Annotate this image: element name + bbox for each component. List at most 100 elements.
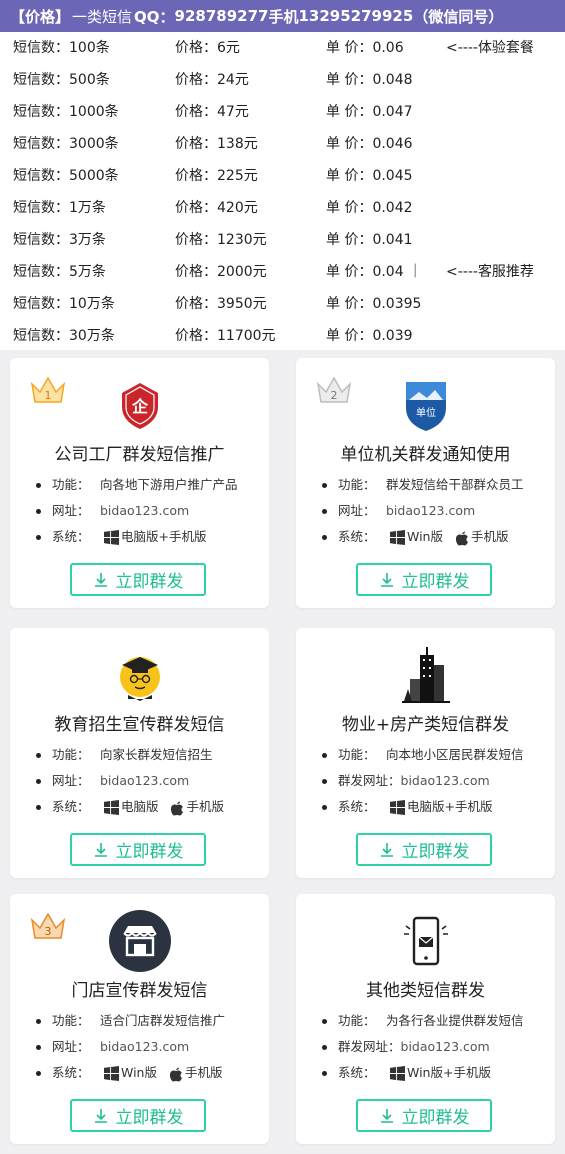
system-item: 系统： Win版 手机版 [36,1060,225,1086]
phone-message-icon [393,908,459,974]
price-row: 短信数：500条 价格：24元 单 价：0.048 [0,64,565,96]
unit-price: 单 价：0.041 [326,232,413,248]
service-card: 3 门店宣传群发短信 功能： 适合门店群发短信推广 网址： bidao123.com… [10,894,269,1144]
sms-count: 短信数：5000条 [13,168,119,184]
package-price: 价格：3950元 [175,296,267,312]
feature-item: 功能： 适合门店群发短信推广 [36,1008,225,1034]
url-item: 网址： bidao123.com [322,498,524,524]
silver-crown-icon: 2 [316,376,352,403]
send-now-label: 立即群发 [115,842,184,862]
send-now-label: 立即群发 [401,842,470,862]
package-price: 价格：225元 [175,168,258,184]
site-url[interactable]: bidao123.com [100,503,189,518]
card-title: 门店宣传群发短信 [71,981,208,1001]
download-icon [94,572,107,587]
package-price: 价格：11700元 [175,328,276,344]
sms-count: 短信数：3000条 [13,136,119,152]
unit-price: 单 价：0.042 [326,200,413,216]
apple-icon [455,531,468,545]
service-card: 其他类短信群发 功能： 为各行各业提供群发短信 群发网址：bidao123.com… [296,894,555,1144]
rank-number: 3 [45,925,52,938]
banner-service: 一类短信 [72,7,133,26]
banner-note: （微信同号） [413,7,504,26]
row-note: <----体验套餐 [446,40,534,56]
sms-count: 短信数：1万条 [13,200,106,216]
send-now-label: 立即群发 [401,1108,470,1128]
price-banner: 【价格】 一类短信 QQ： 928789277 手机 13295279925 （… [0,0,565,32]
package-price: 价格：2000元 [175,264,267,280]
sms-count: 短信数：500条 [13,72,110,88]
url-item: 群发网址：bidao123.com [322,1034,524,1060]
send-now-button[interactable]: 立即群发 [355,833,492,866]
system-item: 系统： Win版 手机版 [322,524,524,550]
price-row: 短信数：1000条 价格：47元 单 价：0.047 [0,96,565,128]
url-item: 网址： bidao123.com [36,768,224,794]
sms-count: 短信数：100条 [13,40,110,56]
sms-count: 短信数：3万条 [13,232,106,248]
gold-crown-icon: 1 [30,376,66,403]
storefront-icon [107,908,173,974]
url-item: 群发网址：bidao123.com [322,768,524,794]
send-now-label: 立即群发 [115,1108,184,1128]
banner-phone-label: 手机 [268,7,299,26]
banner-phone: 13295279925 [298,7,414,25]
download-icon [94,842,107,857]
service-card: 物业+房产类短信群发 功能： 向本地小区居民群发短信 群发网址：bidao123.… [296,628,555,878]
site-url[interactable]: bidao123.com [401,773,490,788]
banner-qq: 928789277 [174,7,269,25]
site-url[interactable]: bidao123.com [401,1039,490,1054]
send-now-button[interactable]: 立即群发 [69,833,206,866]
unit-price: 单 价：0.045 [326,168,413,184]
svg-text:企: 企 [130,397,148,416]
price-row: 短信数：30万条 价格：11700元 单 价：0.039 [0,320,565,352]
package-price: 价格：420元 [175,200,258,216]
sms-count: 短信数：10万条 [13,296,115,312]
svg-text:单位: 单位 [416,406,436,419]
site-url[interactable]: bidao123.com [100,1039,189,1054]
company-shield-icon: 企 [107,372,173,438]
send-now-label: 立即群发 [115,572,184,592]
unit-price: 单 价：0.046 [326,136,413,152]
card-title: 其他类短信群发 [366,981,485,1001]
sms-count: 短信数：5万条 [13,264,106,280]
package-price: 价格：1230元 [175,232,267,248]
send-now-button[interactable]: 立即群发 [69,563,206,596]
unit-price: 单 价：0.048 [326,72,413,88]
rank-number: 2 [331,389,338,402]
site-url[interactable]: bidao123.com [100,773,189,788]
unit-price: 单 价：0.06 [326,40,404,56]
send-now-button[interactable]: 立即群发 [69,1099,206,1132]
sms-count: 短信数：30万条 [13,328,115,344]
card-title: 教育招生宣传群发短信 [54,715,225,735]
feature-item: 功能： 向家长群发短信招生 [36,742,224,768]
sms-count: 短信数：1000条 [13,104,119,120]
system-item: 系统： 电脑版+手机版 [36,524,238,550]
windows-icon [389,1066,405,1081]
apple-icon [171,801,184,815]
price-row: 短信数：100条 价格：6元 单 价：0.06 <----体验套餐 [0,32,565,64]
unit-price: 单 价：0.039 [326,328,413,344]
feature-item: 功能： 向本地小区居民群发短信 [322,742,524,768]
feature-item: 功能： 向各地下游用户推广产品 [36,472,238,498]
price-row: 短信数：1万条 价格：420元 单 价：0.042 [0,192,565,224]
rank-number: 1 [45,389,52,402]
system-item: 系统： 电脑版+手机版 [322,794,524,820]
service-card: 1 企 公司工厂群发短信推广 功能： 向各地下游用户推广产品 网址： bidao12… [10,358,269,608]
package-price: 价格：6元 [175,40,240,56]
bronze-crown-icon: 3 [30,912,66,939]
price-table: 短信数：100条 价格：6元 单 价：0.06 <----体验套餐 短信数：50… [0,32,565,350]
buildings-icon [393,642,459,708]
card-title: 物业+房产类短信群发 [341,715,510,735]
service-card: 教育招生宣传群发短信 功能： 向家长群发短信招生 网址： bidao123.com … [10,628,269,878]
download-icon [380,1108,393,1123]
unit-price: 单 价：0.0395 [326,296,422,312]
price-row: 短信数：10万条 价格：3950元 单 价：0.0395 [0,288,565,320]
price-row: 短信数：3000条 价格：138元 单 价：0.046 [0,128,565,160]
windows-icon [389,530,405,545]
send-now-button[interactable]: 立即群发 [355,1099,492,1132]
send-now-button[interactable]: 立即群发 [355,563,492,596]
site-url[interactable]: bidao123.com [386,503,475,518]
package-price: 价格：24元 [175,72,249,88]
package-price: 价格：47元 [175,104,249,120]
card-title: 单位机关群发通知使用 [340,445,511,465]
